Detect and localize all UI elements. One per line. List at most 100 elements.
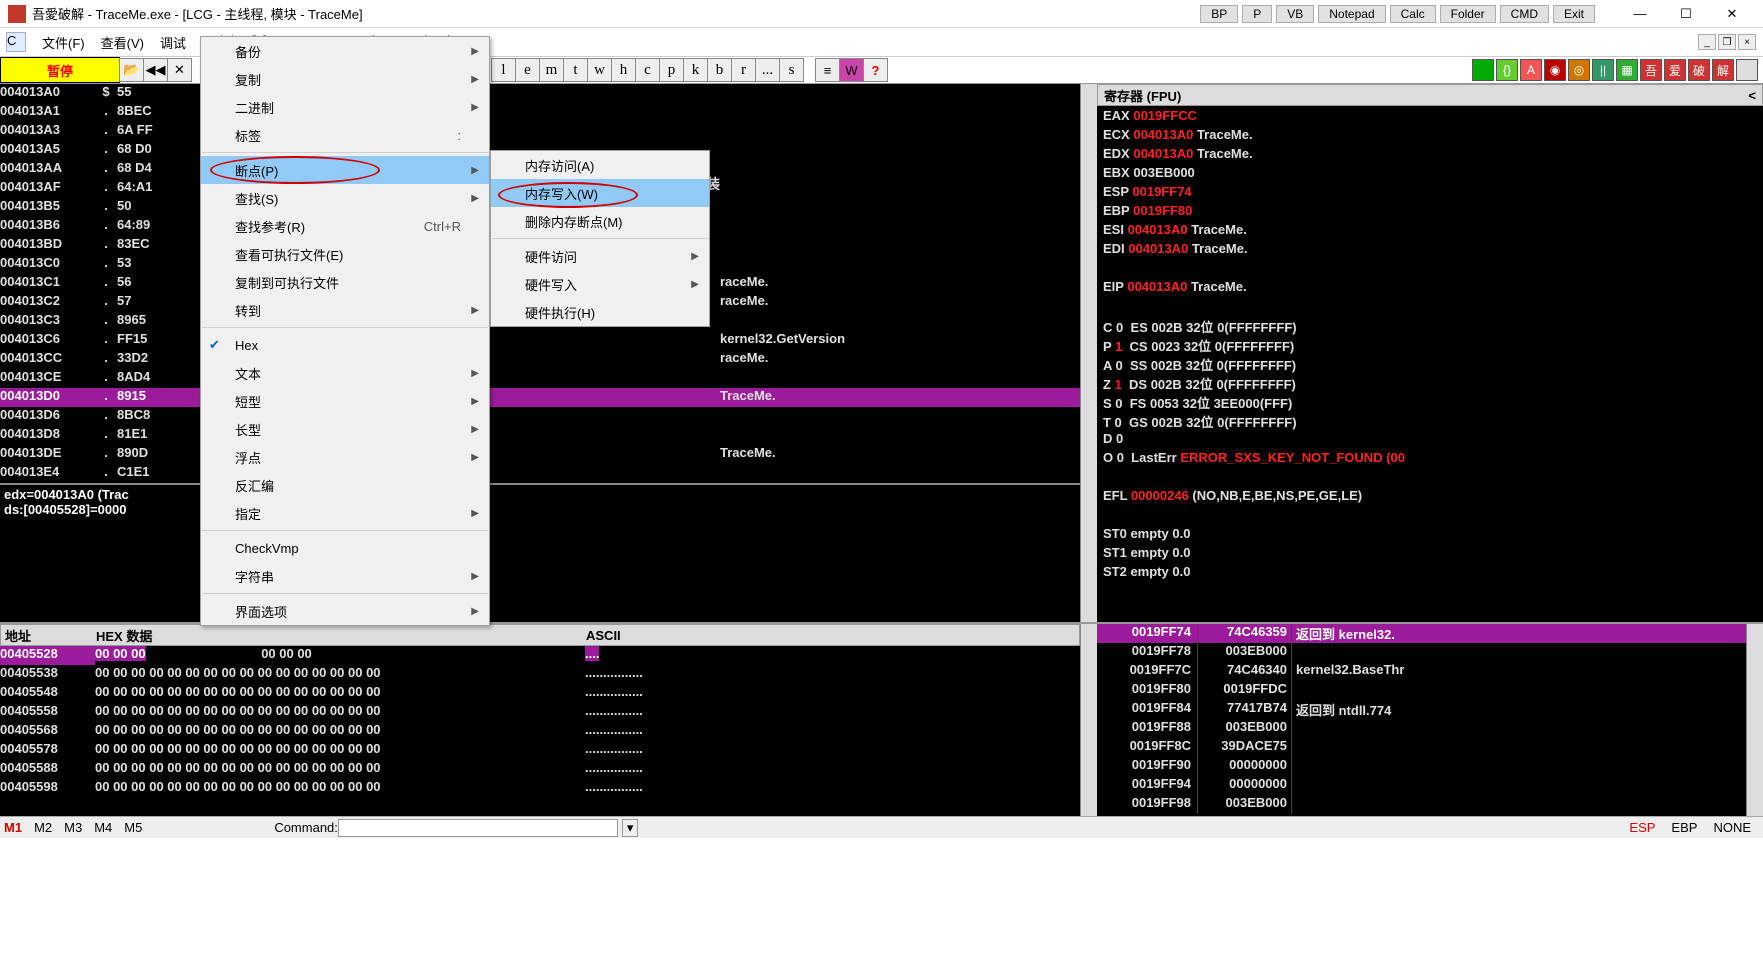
stack-row[interactable]: 0019FF88003EB000 [1097, 719, 1746, 738]
status-marker[interactable]: M5 [124, 820, 142, 835]
stack-row[interactable]: 0019FF8477417B74返回到 ntdll.774 [1097, 700, 1746, 719]
menu-item[interactable]: 文件(F) [34, 31, 93, 54]
mdi-close[interactable]: × [1738, 34, 1756, 50]
status-marker[interactable]: M1 [4, 820, 22, 835]
menu-item[interactable]: 查找(S)▶ [201, 184, 489, 212]
title-btn-exit[interactable]: Exit [1553, 5, 1595, 23]
disasm-row[interactable]: 004013D0.8915405528],edxTraceMe. [0, 388, 1080, 407]
stack-scrollbar[interactable] [1746, 624, 1763, 816]
menu-item[interactable]: 内存写入(W) [491, 179, 709, 207]
minimize-button[interactable]: — [1617, 1, 1663, 27]
disasm-row[interactable]: 004013CE.8AD4 [0, 369, 1080, 388]
menu-item[interactable]: 二进制▶ [201, 93, 489, 121]
menu-item[interactable]: 长型▶ [201, 415, 489, 443]
hex-body[interactable]: 0040552800 00 00 00 00 00.... 0040553800… [0, 646, 1080, 816]
letter-btn-t[interactable]: t [563, 58, 588, 82]
sq-10[interactable]: 破 [1688, 59, 1710, 81]
status-marker[interactable]: M2 [34, 820, 52, 835]
menu-item[interactable]: 删除内存断点(M) [491, 207, 709, 235]
menu-item[interactable]: 文本▶ [201, 359, 489, 387]
collapse-icon[interactable]: < [1748, 88, 1756, 103]
sq-3[interactable]: A [1520, 59, 1542, 81]
letter-btn-c[interactable]: c [635, 58, 660, 82]
close-button[interactable]: ✕ [1709, 1, 1755, 27]
hex-row[interactable]: 0040558800 00 00 00 00 00 00 00 00 00 00… [0, 760, 1080, 779]
menu-item[interactable]: 界面选项▶ [201, 597, 489, 625]
menu-item[interactable]: 标签: [201, 121, 489, 149]
hex-row[interactable]: 0040559800 00 00 00 00 00 00 00 00 00 00… [0, 779, 1080, 798]
sq-2[interactable]: {} [1496, 59, 1518, 81]
mdi-min[interactable]: _ [1698, 34, 1716, 50]
hex-row[interactable]: 0040555800 00 00 00 00 00 00 00 00 00 00… [0, 703, 1080, 722]
title-btn-vb[interactable]: VB [1276, 5, 1314, 23]
status-marker[interactable]: M4 [94, 820, 112, 835]
menu-item[interactable]: 浮点▶ [201, 443, 489, 471]
stack-row[interactable]: 0019FF78003EB000 [1097, 643, 1746, 662]
title-btn-p[interactable]: P [1242, 5, 1272, 23]
hex-row[interactable]: 0040552800 00 00 00 00 00.... [0, 646, 1080, 665]
menu-item[interactable]: CheckVmp [201, 534, 489, 562]
command-input[interactable] [338, 819, 618, 837]
window-icon[interactable]: W [839, 58, 864, 82]
menu-item[interactable]: 复制▶ [201, 65, 489, 93]
menu-item[interactable]: 指定▶ [201, 499, 489, 527]
sq-8[interactable]: 吾 [1640, 59, 1662, 81]
menu-item[interactable]: 查看(V) [93, 31, 152, 54]
menu-item[interactable]: 查找参考(R)Ctrl+R [201, 212, 489, 240]
letter-btn-l[interactable]: l [491, 58, 516, 82]
disasm-row[interactable]: 004013DE.890D405524],ecxTraceMe. [0, 445, 1080, 464]
letter-btn-r[interactable]: r [731, 58, 756, 82]
maximize-button[interactable]: ☐ [1663, 1, 1709, 27]
disasm-row[interactable]: 004013D6.8BC8 [0, 407, 1080, 426]
stack-row[interactable]: 0019FF9400000000 [1097, 776, 1746, 795]
menu-item[interactable]: 硬件写入▶ [491, 270, 709, 298]
menu-item[interactable]: 断点(P)▶ [201, 156, 489, 184]
title-btn-bp[interactable]: BP [1200, 5, 1238, 23]
hex-row[interactable]: 0040556800 00 00 00 00 00 00 00 00 00 00… [0, 722, 1080, 741]
help-icon[interactable]: ? [863, 58, 888, 82]
sq-5[interactable]: ◎ [1568, 59, 1590, 81]
context-submenu[interactable]: 内存访问(A)内存写入(W)删除内存断点(M)硬件访问▶硬件写入▶硬件执行(H) [490, 150, 710, 327]
stop-icon[interactable]: ✕ [167, 58, 192, 82]
letter-btn-s[interactable]: s [779, 58, 804, 82]
sq-4[interactable]: ◉ [1544, 59, 1566, 81]
stack-row[interactable]: 0019FF8C39DACE75 [1097, 738, 1746, 757]
menu-item[interactable]: 调试 [152, 31, 194, 54]
hex-header[interactable]: 地址 HEX 数据 ASCII [0, 624, 1080, 646]
hex-row[interactable]: 0040554800 00 00 00 00 00 00 00 00 00 00… [0, 684, 1080, 703]
sq-12[interactable] [1736, 59, 1758, 81]
menu-item[interactable]: ✔Hex [201, 331, 489, 359]
sq-11[interactable]: 解 [1712, 59, 1734, 81]
sq-9[interactable]: 爱 [1664, 59, 1686, 81]
mdi-icon[interactable]: C [6, 32, 26, 52]
disasm-scrollbar[interactable] [1080, 84, 1097, 622]
menu-item[interactable]: 备份▶ [201, 37, 489, 65]
title-btn-notepad[interactable]: Notepad [1318, 5, 1385, 23]
hex-scrollbar[interactable] [1080, 624, 1097, 816]
open-icon[interactable]: 📂 [119, 58, 144, 82]
disasm-row[interactable]: 004013D8.81E1 [0, 426, 1080, 445]
hex-row[interactable]: 0040553800 00 00 00 00 00 00 00 00 00 00… [0, 665, 1080, 684]
disasm-row[interactable]: 004013A0$55 [0, 84, 1080, 103]
register-header[interactable]: 寄存器 (FPU) < [1097, 84, 1763, 106]
menu-item[interactable]: 字符串▶ [201, 562, 489, 590]
letter-btn-p[interactable]: p [659, 58, 684, 82]
menu-item[interactable]: 硬件执行(H) [491, 298, 709, 326]
title-btn-calc[interactable]: Calc [1390, 5, 1436, 23]
context-menu[interactable]: 备份▶复制▶二进制▶标签:断点(P)▶查找(S)▶查找参考(R)Ctrl+R查看… [200, 36, 490, 626]
hex-row[interactable]: 0040557800 00 00 00 00 00 00 00 00 00 00… [0, 741, 1080, 760]
list-icon[interactable]: ≡ [815, 58, 840, 82]
title-btn-folder[interactable]: Folder [1440, 5, 1496, 23]
disasm-row[interactable]: 004013C6.FF15x404044]kernel32.GetVersion [0, 331, 1080, 350]
disasm-row[interactable]: 004013CC.33D2raceMe. [0, 350, 1080, 369]
stack-row[interactable]: 0019FF98003EB000 [1097, 795, 1746, 814]
menu-item[interactable]: 短型▶ [201, 387, 489, 415]
letter-btn-...[interactable]: ... [755, 58, 780, 82]
letter-btn-e[interactable]: e [515, 58, 540, 82]
stack-row[interactable]: 0019FF7474C46359返回到 kernel32. [1097, 624, 1746, 643]
sq-6[interactable]: || [1592, 59, 1614, 81]
menu-item[interactable]: 反汇编 [201, 471, 489, 499]
letter-btn-m[interactable]: m [539, 58, 564, 82]
disasm-row[interactable]: 004013E4.C1E1 [0, 464, 1080, 483]
menu-item[interactable]: 复制到可执行文件 [201, 268, 489, 296]
